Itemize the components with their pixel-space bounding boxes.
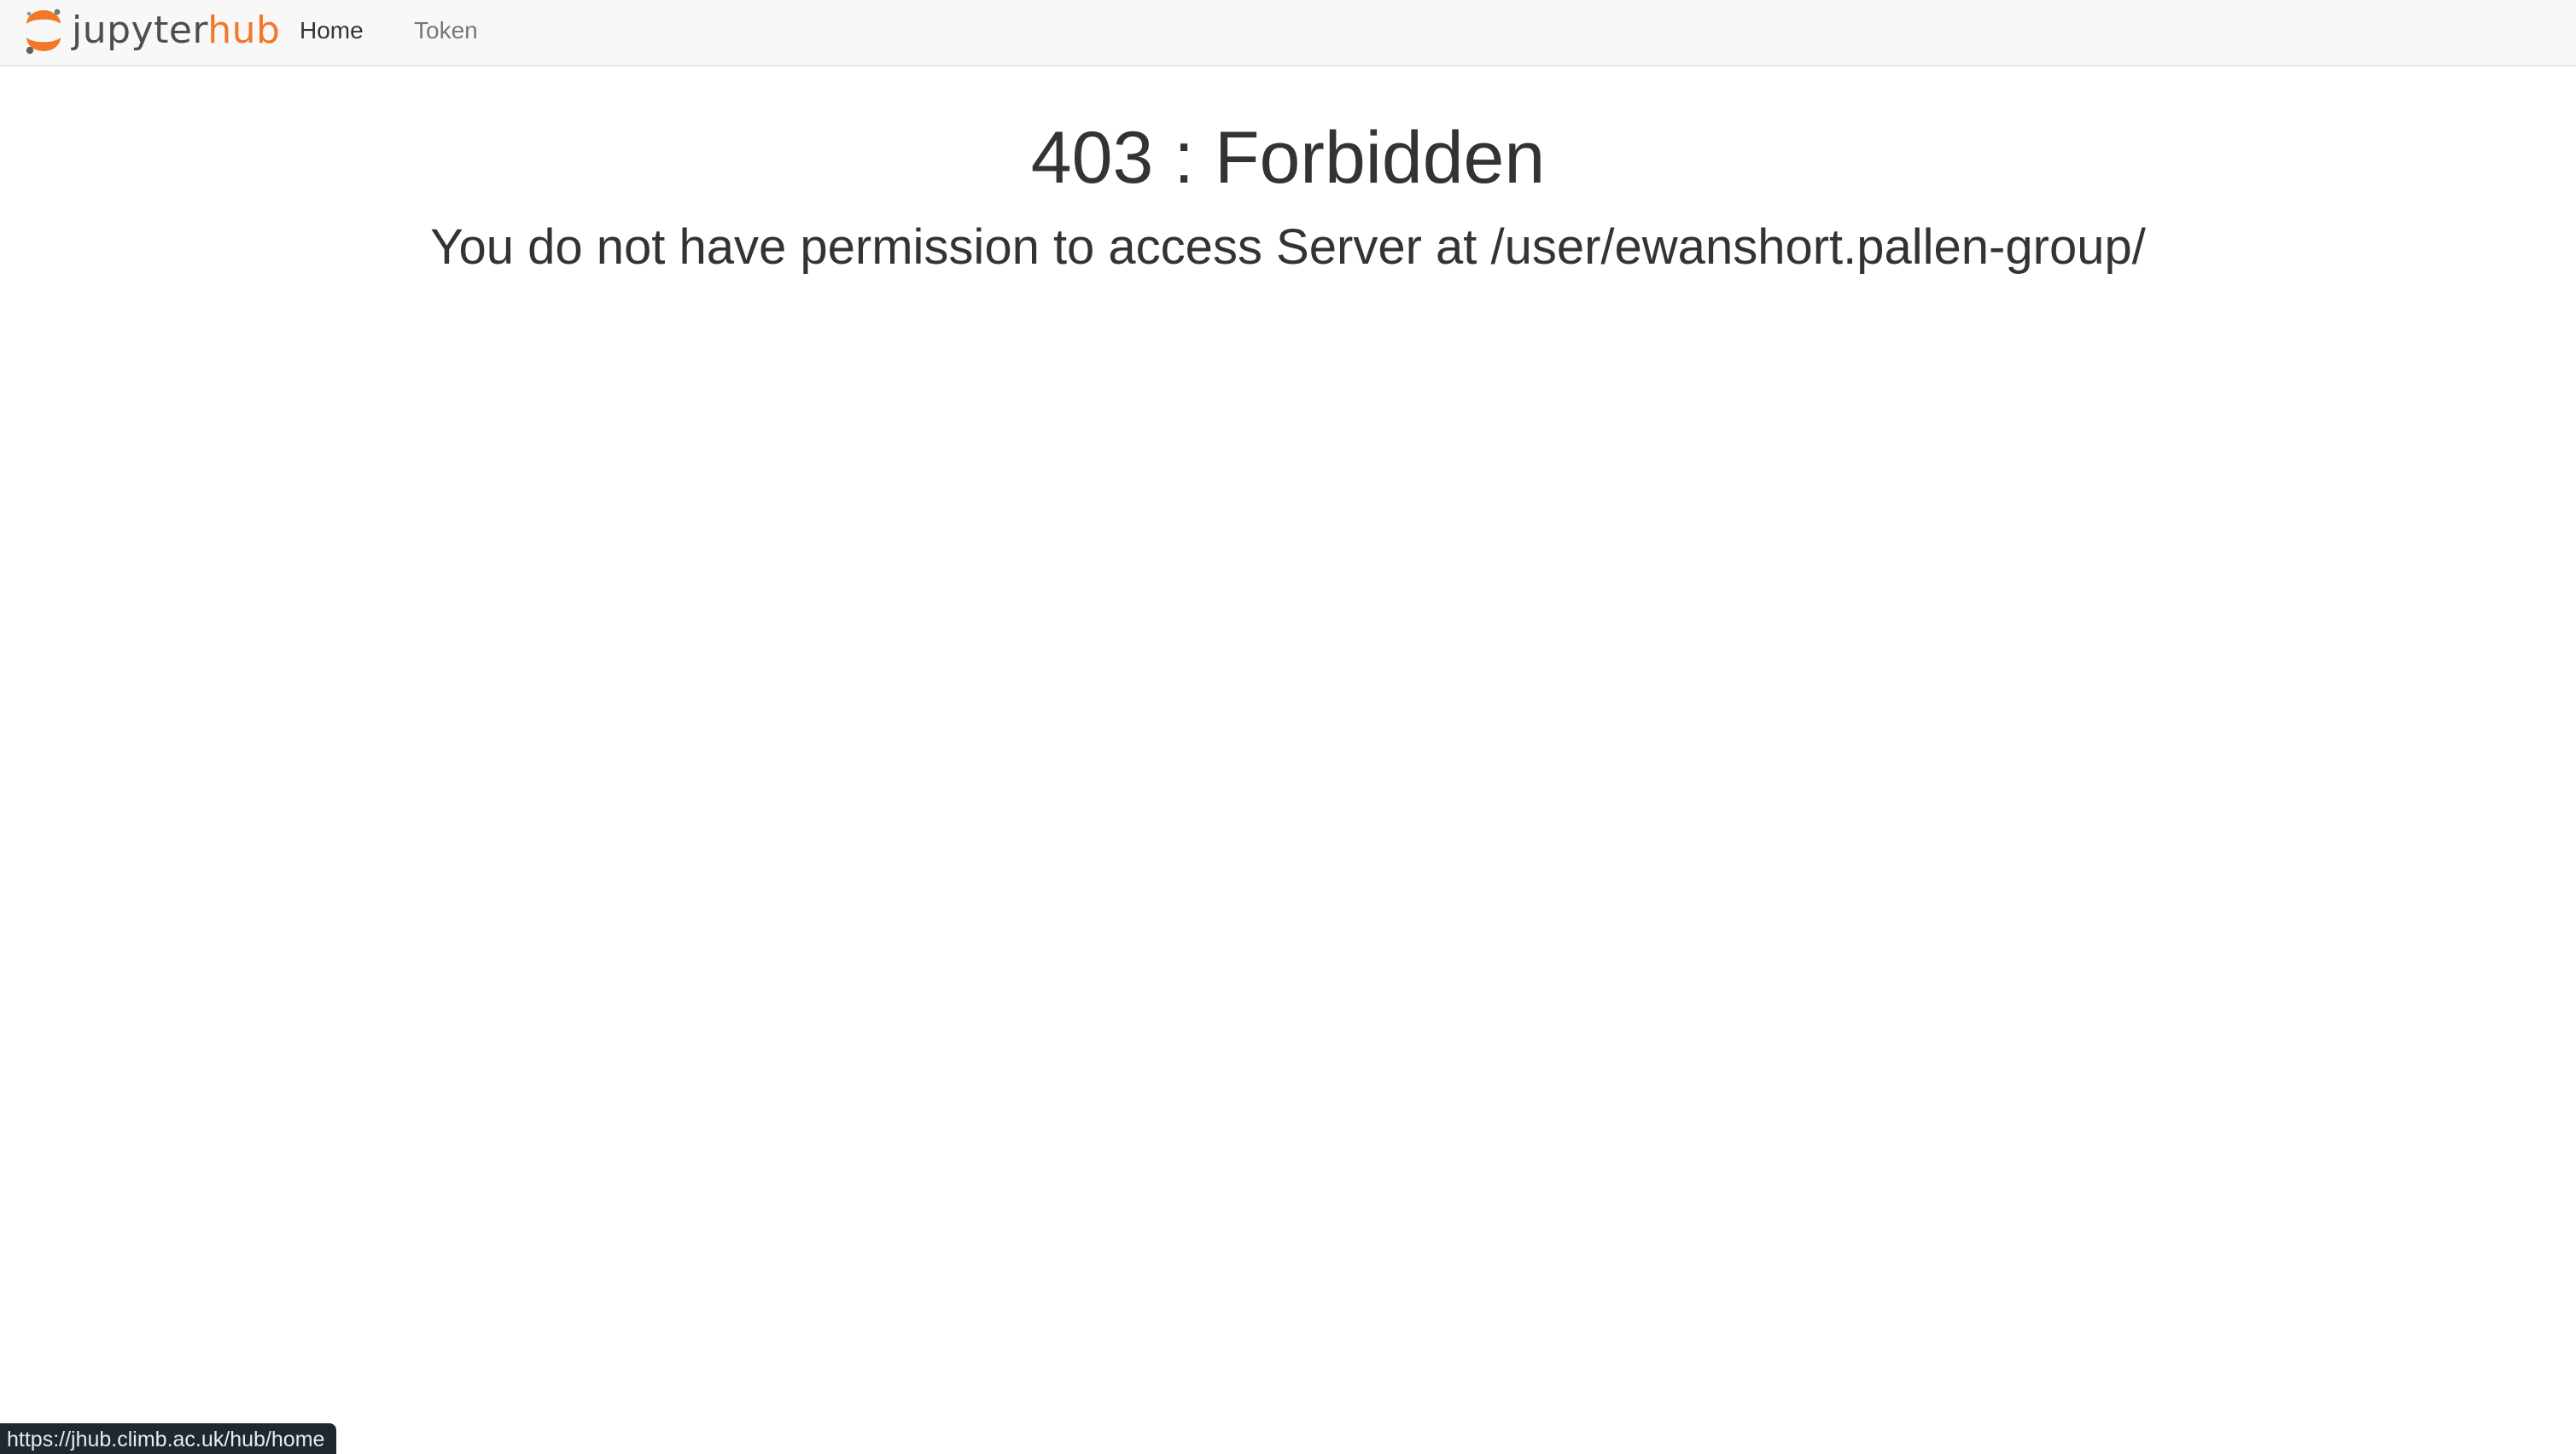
brand-text-jupyter: jupyter [72,9,208,52]
top-navbar: jupyterhub Home Token [0,0,2576,67]
jupyterhub-logo-link[interactable]: jupyterhub [22,3,280,58]
error-title: 403 : Forbidden [1030,117,1546,199]
nav-link-token[interactable]: Token [414,0,478,61]
nav-link-home[interactable]: Home [300,0,364,61]
error-message: You do not have permission to access Ser… [430,219,2146,275]
brand-text-hub: hub [207,9,281,52]
link-hover-status-url: https://jhub.climb.ac.uk/hub/home [0,1423,337,1454]
brand-wordmark: jupyterhub [72,3,280,58]
page: jupyterhub Home Token 403 : Forbidden Yo… [0,0,2576,1454]
jupyter-logo-icon [26,9,61,55]
